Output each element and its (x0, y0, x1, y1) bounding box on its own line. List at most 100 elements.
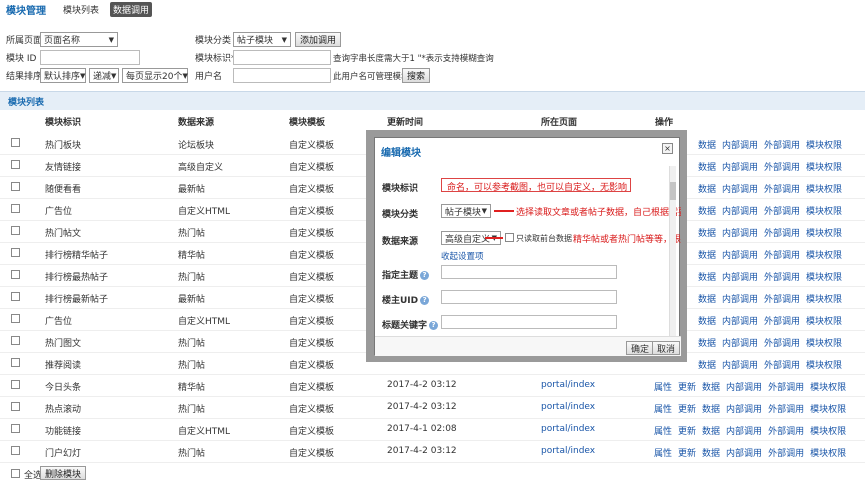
page-select[interactable]: 页面名称 ▼ (40, 32, 118, 47)
op-internal-call[interactable]: 内部调用 (722, 138, 758, 151)
tab-module-list[interactable]: 模块列表 (60, 2, 102, 17)
op-data[interactable]: 数据 (698, 292, 716, 305)
op-internal-call[interactable]: 内部调用 (722, 248, 758, 261)
uid-input[interactable] (441, 290, 617, 304)
row-checkbox[interactable] (11, 248, 20, 257)
op-data[interactable]: 数据 (698, 226, 716, 239)
help-icon[interactable]: ? (420, 296, 430, 305)
row-page-link[interactable]: portal/index (541, 446, 595, 456)
op-data[interactable]: 数据 (702, 446, 720, 459)
add-call-button[interactable]: 添加调用 (295, 32, 342, 47)
op-internal-call[interactable]: 内部调用 (726, 446, 762, 459)
op-data[interactable]: 数据 (698, 160, 716, 173)
op-internal-call[interactable]: 内部调用 (722, 270, 758, 283)
op-data[interactable]: 数据 (698, 138, 716, 151)
delete-module-button[interactable]: 删除模块 (40, 466, 87, 480)
op-external-call[interactable]: 外部调用 (768, 424, 804, 437)
op-permission[interactable]: 模块权限 (806, 160, 842, 173)
row-checkbox[interactable] (11, 314, 20, 323)
op-data[interactable]: 数据 (698, 314, 716, 327)
op-permission[interactable]: 模块权限 (806, 358, 842, 371)
op-data[interactable]: 数据 (702, 380, 720, 393)
op-external-call[interactable]: 外部调用 (764, 336, 800, 349)
row-checkbox[interactable] (11, 380, 20, 389)
row-checkbox[interactable] (11, 424, 20, 433)
op-external-call[interactable]: 外部调用 (764, 270, 800, 283)
op-permission[interactable]: 模块权限 (806, 314, 842, 327)
op-data[interactable]: 数据 (698, 248, 716, 261)
op-permission[interactable]: 模块权限 (806, 270, 842, 283)
scrollbar-thumb[interactable] (670, 182, 676, 200)
row-checkbox[interactable] (11, 402, 20, 411)
op-data[interactable]: 数据 (698, 270, 716, 283)
frontend-only-checkbox[interactable] (505, 233, 514, 242)
category-select[interactable]: 帖子模块 ▼ (441, 204, 491, 218)
ok-button[interactable]: 确定 (626, 341, 655, 355)
op-internal-call[interactable]: 内部调用 (726, 424, 762, 437)
per-page-select[interactable]: 每页显示20个 ▼ (122, 68, 188, 83)
cancel-button[interactable]: 取消 (652, 341, 681, 355)
row-checkbox[interactable] (11, 182, 20, 191)
op-internal-call[interactable]: 内部调用 (722, 314, 758, 327)
collapse-settings-link[interactable]: 收起设置项 (441, 250, 484, 262)
op-permission[interactable]: 模块权限 (810, 380, 846, 393)
row-checkbox[interactable] (11, 160, 20, 169)
op-attr[interactable]: 属性 (654, 402, 672, 415)
row-checkbox[interactable] (11, 446, 20, 455)
module-ident-input[interactable] (233, 50, 331, 65)
sort-select[interactable]: 默认排序 ▼ (40, 68, 86, 83)
row-checkbox[interactable] (11, 336, 20, 345)
op-external-call[interactable]: 外部调用 (764, 226, 800, 239)
op-internal-call[interactable]: 内部调用 (722, 292, 758, 305)
op-internal-call[interactable]: 内部调用 (722, 182, 758, 195)
row-checkbox[interactable] (11, 358, 20, 367)
op-data[interactable]: 数据 (698, 336, 716, 349)
op-permission[interactable]: 模块权限 (806, 336, 842, 349)
op-external-call[interactable]: 外部调用 (768, 446, 804, 459)
op-permission[interactable]: 模块权限 (810, 402, 846, 415)
module-id-input[interactable] (40, 50, 140, 65)
op-permission[interactable]: 模块权限 (810, 424, 846, 437)
op-internal-call[interactable]: 内部调用 (726, 402, 762, 415)
tab-data-call[interactable]: 数据调用 (110, 1, 153, 17)
op-attr[interactable]: 属性 (654, 446, 672, 459)
op-internal-call[interactable]: 内部调用 (726, 380, 762, 393)
op-permission[interactable]: 模块权限 (806, 138, 842, 151)
op-attr[interactable]: 属性 (654, 424, 672, 437)
op-update[interactable]: 更新 (678, 446, 696, 459)
op-external-call[interactable]: 外部调用 (768, 380, 804, 393)
search-button[interactable]: 搜索 (402, 68, 431, 83)
op-permission[interactable]: 模块权限 (806, 226, 842, 239)
row-page-link[interactable]: portal/index (541, 380, 595, 390)
op-permission[interactable]: 模块权限 (806, 204, 842, 217)
close-icon[interactable]: × (662, 143, 673, 154)
op-external-call[interactable]: 外部调用 (764, 182, 800, 195)
op-data[interactable]: 数据 (698, 204, 716, 217)
op-update[interactable]: 更新 (678, 424, 696, 437)
op-internal-call[interactable]: 内部调用 (722, 336, 758, 349)
op-internal-call[interactable]: 内部调用 (722, 358, 758, 371)
row-checkbox[interactable] (11, 204, 20, 213)
row-checkbox[interactable] (11, 226, 20, 235)
help-icon[interactable]: ? (420, 271, 430, 280)
order-select[interactable]: 递减 ▼ (89, 68, 119, 83)
row-checkbox[interactable] (11, 292, 20, 301)
op-permission[interactable]: 模块权限 (806, 182, 842, 195)
op-external-call[interactable]: 外部调用 (768, 402, 804, 415)
dialog-scrollbar[interactable] (669, 166, 676, 336)
op-external-call[interactable]: 外部调用 (764, 160, 800, 173)
row-page-link[interactable]: portal/index (541, 424, 595, 434)
op-internal-call[interactable]: 内部调用 (722, 160, 758, 173)
op-data[interactable]: 数据 (698, 358, 716, 371)
row-page-link[interactable]: portal/index (541, 402, 595, 412)
op-external-call[interactable]: 外部调用 (764, 248, 800, 261)
theme-input[interactable] (441, 265, 617, 279)
op-permission[interactable]: 模块权限 (810, 446, 846, 459)
op-permission[interactable]: 模块权限 (806, 248, 842, 261)
op-internal-call[interactable]: 内部调用 (722, 226, 758, 239)
op-data[interactable]: 数据 (702, 402, 720, 415)
op-permission[interactable]: 模块权限 (806, 292, 842, 305)
op-external-call[interactable]: 外部调用 (764, 358, 800, 371)
help-icon[interactable]: ? (429, 321, 439, 330)
op-external-call[interactable]: 外部调用 (764, 204, 800, 217)
